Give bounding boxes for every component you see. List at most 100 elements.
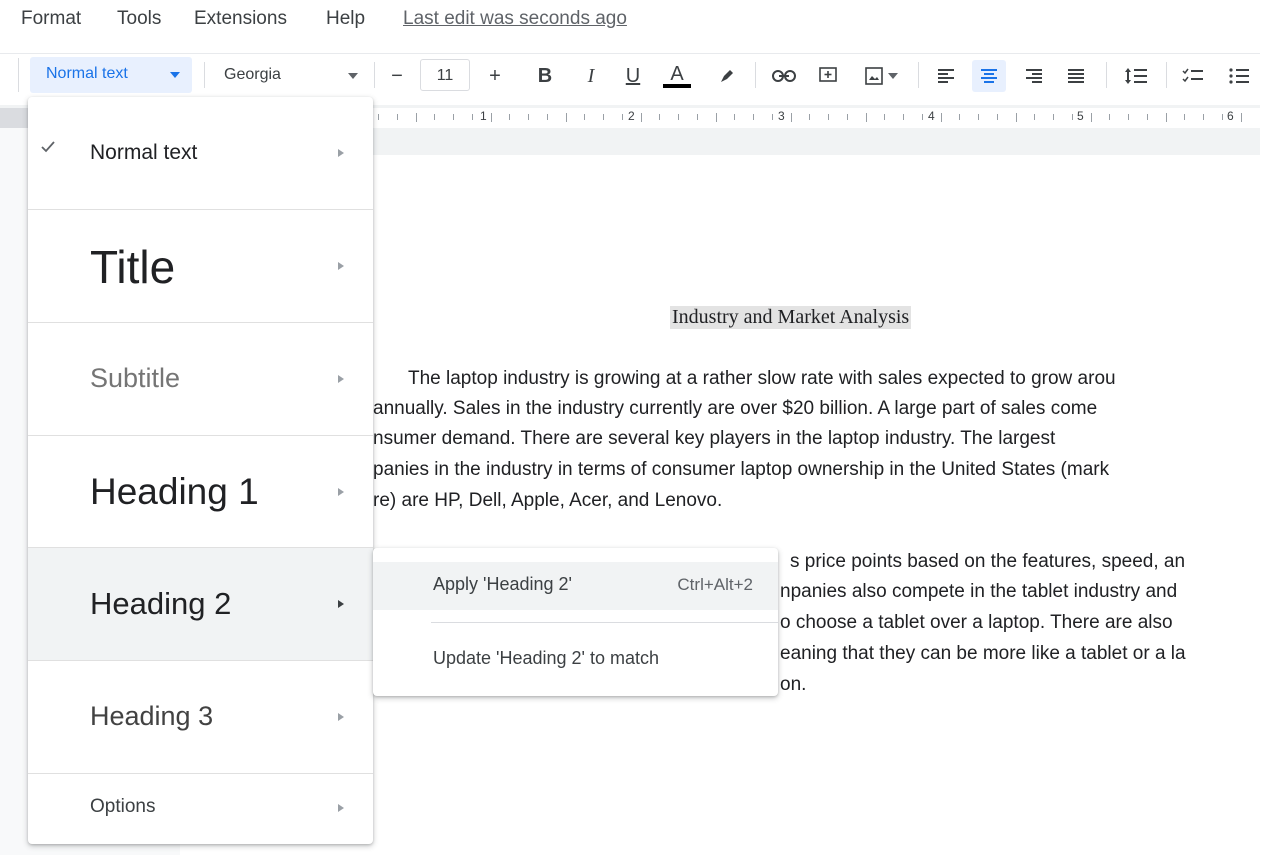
paragraph-style-value: Normal text [46, 65, 128, 82]
document-text-line[interactable]: nsumer demand. There are several key pla… [373, 428, 1055, 450]
ruler-tick [1109, 114, 1111, 120]
insert-comment-button[interactable] [812, 60, 844, 92]
ruler-tick [603, 114, 604, 120]
ruler-tick [490, 113, 492, 122]
style-item-normal-text[interactable]: Normal text [28, 97, 373, 210]
ruler-tick [1240, 113, 1242, 122]
align-left-button[interactable] [930, 60, 962, 92]
style-item-heading-1[interactable]: Heading 1 [28, 436, 373, 548]
toolbar-separator [204, 62, 205, 88]
style-item-heading-2[interactable]: Heading 2 [28, 548, 373, 661]
ruler-tick [528, 114, 529, 120]
link-icon [772, 70, 796, 82]
ruler-tick [378, 114, 379, 120]
update-heading-2-label: Update 'Heading 2' to match [433, 648, 660, 668]
check-icon [41, 141, 55, 153]
highlighter-icon [721, 70, 733, 82]
ruler-tick [1071, 114, 1073, 120]
ruler-tick [1184, 114, 1186, 120]
ruler-tick [1090, 113, 1092, 122]
checklist-button[interactable] [1176, 60, 1210, 92]
line-spacing-icon [1125, 68, 1147, 84]
align-right-button[interactable] [1018, 60, 1050, 92]
ruler-margin [0, 108, 30, 128]
increase-font-size-button[interactable]: + [482, 60, 508, 92]
style-item-label: Heading 1 [90, 471, 259, 512]
document-text-line[interactable]: The laptop industry is growing at a rath… [408, 368, 1116, 390]
highlight-color-button[interactable] [712, 60, 742, 92]
ruler-tick [753, 114, 754, 120]
menu-tools[interactable]: Tools [117, 8, 161, 30]
insert-link-button[interactable] [768, 60, 800, 92]
font-family-select[interactable]: Georgia [224, 66, 281, 84]
horizontal-ruler[interactable]: 1 2 3 4 5 6 [370, 108, 1260, 128]
document-text-line[interactable]: on. [780, 674, 806, 696]
line-spacing-button[interactable] [1116, 60, 1156, 92]
style-item-label: Normal text [90, 141, 198, 164]
menu-help[interactable]: Help [326, 8, 365, 30]
underline-button[interactable]: U [620, 60, 646, 92]
ruler-tick [734, 114, 736, 120]
ruler-tick [959, 114, 961, 120]
style-item-title[interactable]: Title [28, 210, 373, 323]
apply-heading-2-label: Apply 'Heading 2' [433, 574, 572, 594]
text-color-button[interactable]: A [662, 60, 692, 92]
ruler-tick [621, 114, 623, 120]
ruler-tick [715, 113, 717, 122]
paragraph-style-select[interactable]: Normal text [30, 57, 192, 93]
document-text-line[interactable]: re) are HP, Dell, Apple, Acer, and Lenov… [373, 490, 722, 512]
decrease-font-size-button[interactable]: − [384, 60, 410, 92]
chevron-down-icon[interactable] [348, 73, 358, 79]
bold-button[interactable]: B [532, 60, 558, 92]
style-item-options[interactable]: Options [28, 774, 373, 844]
document-text-line[interactable]: eaning that they can be more like a tabl… [780, 643, 1186, 665]
chevron-right-icon [338, 804, 344, 812]
toolbar-separator [374, 62, 375, 88]
last-edit-link[interactable]: Last edit was seconds ago [403, 8, 627, 30]
menu-divider [431, 622, 778, 623]
toolbar-separator [1166, 62, 1167, 88]
document-text-line[interactable]: annually. Sales in the industry currentl… [373, 398, 1097, 420]
align-center-button[interactable] [972, 60, 1006, 92]
style-item-subtitle[interactable]: Subtitle [28, 323, 373, 436]
document-title[interactable]: Industry and Market Analysis [670, 306, 912, 329]
chevron-right-icon [338, 149, 344, 157]
document-text-line[interactable]: s price points based on the features, sp… [790, 551, 1185, 573]
chevron-right-icon [338, 600, 344, 608]
apply-heading-2-item[interactable]: Apply 'Heading 2' Ctrl+Alt+2 [373, 562, 778, 610]
document-text-line[interactable]: panies in the industry in terms of consu… [373, 459, 1109, 481]
ruler-tick [640, 113, 642, 122]
document-text-line[interactable]: o choose a tablet over a laptop. There a… [780, 612, 1173, 634]
ruler-tick [809, 114, 811, 120]
ruler-tick [884, 114, 886, 120]
ruler-tick [546, 114, 548, 120]
update-heading-2-item[interactable]: Update 'Heading 2' to match [373, 636, 778, 684]
menu-bar: Format Tools Extensions Help Last edit w… [0, 0, 1270, 44]
menu-extensions[interactable]: Extensions [194, 8, 287, 30]
ruler-tick [415, 113, 417, 122]
ruler-number: 4 [928, 109, 935, 123]
chevron-right-icon [338, 375, 344, 383]
justify-button[interactable] [1060, 60, 1092, 92]
ruler-tick [1146, 114, 1148, 120]
style-item-label: Title [90, 241, 176, 293]
italic-button[interactable]: I [578, 60, 604, 92]
ruler-tick [978, 114, 979, 120]
chevron-right-icon [338, 713, 344, 721]
ruler-tick [584, 114, 586, 120]
align-justify-icon [1068, 69, 1084, 83]
align-center-icon [981, 69, 997, 83]
ruler-tick [1221, 114, 1223, 120]
insert-image-button[interactable] [856, 60, 906, 92]
menu-format[interactable]: Format [21, 8, 81, 30]
ruler-tick [509, 114, 511, 120]
style-item-heading-3[interactable]: Heading 3 [28, 661, 373, 774]
ruler-tick [659, 114, 661, 120]
keyboard-shortcut: Ctrl+Alt+2 [677, 575, 753, 594]
checklist-icon [1182, 68, 1203, 83]
bulleted-list-button[interactable] [1222, 60, 1256, 92]
style-item-label: Options [90, 796, 156, 817]
ruler-tick [434, 114, 436, 120]
font-size-input[interactable]: 11 [420, 59, 470, 91]
document-text-line[interactable]: npanies also compete in the tablet indus… [780, 581, 1177, 603]
